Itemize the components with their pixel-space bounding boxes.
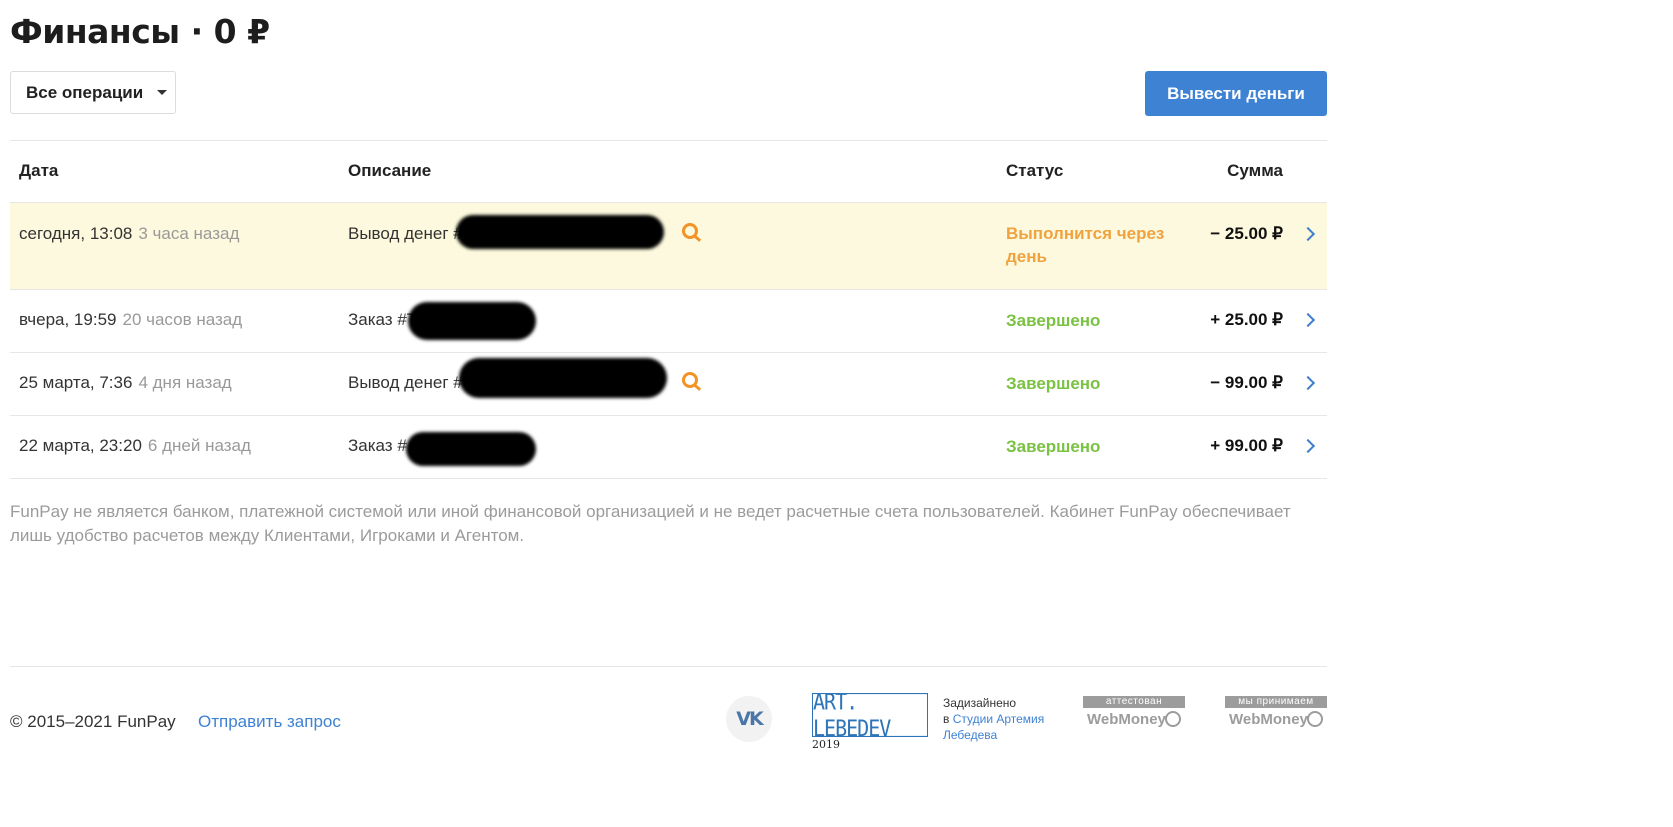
row-date: сегодня, 13:08 3 часа назад <box>19 224 239 244</box>
operations-filter-dropdown[interactable]: Все операции <box>10 71 176 114</box>
footer: © 2015–2021 FunPay Отправить запрос VK A… <box>10 666 1327 766</box>
row-date: вчера, 19:59 20 часов назад <box>19 310 242 330</box>
artlebedev-studio-link[interactable]: Студии Артемия Лебедева <box>943 712 1044 742</box>
caret-down-icon <box>157 90 168 95</box>
header-date: Дата <box>19 161 59 180</box>
row-description[interactable]: Вывод денег # <box>348 224 463 244</box>
row-amount: − 25.00 ₽ <box>1210 224 1283 243</box>
row-ago-text: 4 дня назад <box>138 373 232 392</box>
artlebedev-logo[interactable]: ART. LEBEDEV <box>812 689 928 741</box>
operations-filter-label: Все операции <box>26 82 144 102</box>
chevron-right-icon[interactable] <box>1300 312 1316 328</box>
vk-icon[interactable]: VK <box>726 696 772 742</box>
qiwi-icon <box>682 372 698 388</box>
row-description[interactable]: Заказ # <box>348 436 407 456</box>
webmoney-attested-label: аттестован <box>1083 696 1185 708</box>
webmoney-globe-icon <box>1307 711 1323 727</box>
webmoney-accept-label: мы принимаем <box>1225 696 1327 708</box>
table-row[interactable]: вчера, 19:59 20 часов назад Заказ #T Заве… <box>10 290 1327 353</box>
row-description[interactable]: Заказ #T <box>348 310 417 330</box>
row-amount: + 25.00 ₽ <box>1210 310 1283 329</box>
designed-line1: Задизайнено <box>943 696 1017 710</box>
table-row[interactable]: 22 марта, 23:20 6 дней назад Заказ # Заве… <box>10 416 1327 479</box>
designed-line2: в <box>943 712 950 726</box>
chevron-right-icon[interactable] <box>1300 226 1316 242</box>
withdraw-button[interactable]: Вывести деньги <box>1145 71 1327 116</box>
row-date-text: вчера, 19:59 <box>19 310 117 329</box>
table-row[interactable]: 25 марта, 7:36 4 дня назад Вывод денег # … <box>10 353 1327 416</box>
row-date-text: 22 марта, 23:20 <box>19 436 142 455</box>
redacted-blot <box>456 215 664 249</box>
webmoney-attested-badge[interactable]: аттестован WebMoney <box>1083 696 1185 736</box>
row-ago-text: 6 дней назад <box>147 436 251 455</box>
copyright-text: © 2015–2021 FunPay <box>10 712 176 731</box>
chevron-right-icon[interactable] <box>1300 375 1316 391</box>
row-amount: + 99.00 ₽ <box>1210 436 1283 455</box>
row-ago-text: 3 часа назад <box>138 224 240 243</box>
row-date: 22 марта, 23:20 6 дней назад <box>19 436 251 456</box>
row-status: Завершено <box>1006 311 1101 330</box>
send-request-link[interactable]: Отправить запрос <box>198 712 341 732</box>
table-header: Дата Описание Статус Сумма <box>10 141 1327 203</box>
row-date: 25 марта, 7:36 4 дня назад <box>19 373 232 393</box>
disclaimer-text: FunPay не является банком, платежной сис… <box>10 502 1291 545</box>
row-date-text: 25 марта, 7:36 <box>19 373 133 392</box>
row-status: Выполнится через день <box>1006 224 1165 266</box>
redacted-blot <box>459 358 667 398</box>
header-description: Описание <box>348 161 432 180</box>
designed-by-text: Задизайнено в Студии Артемия Лебедева <box>943 695 1053 743</box>
row-status: Завершено <box>1006 374 1101 393</box>
header-amount: Сумма <box>1227 161 1283 180</box>
page-title: Финансы · 0 ₽ <box>10 12 270 51</box>
row-amount: − 99.00 ₽ <box>1210 373 1283 392</box>
chevron-right-icon[interactable] <box>1300 438 1316 454</box>
artlebedev-year: 2019 <box>812 738 840 751</box>
webmoney-accept-badge[interactable]: мы принимаем WebMoney <box>1225 696 1327 736</box>
webmoney-globe-icon <box>1165 711 1181 727</box>
redacted-blot <box>406 432 536 466</box>
header-status: Статус <box>1006 161 1064 180</box>
row-status: Завершено <box>1006 437 1101 456</box>
table-row[interactable]: сегодня, 13:08 3 часа назад Вывод денег #… <box>10 203 1327 290</box>
row-date-text: сегодня, 13:08 <box>19 224 133 243</box>
redacted-blot <box>408 302 536 340</box>
qiwi-icon <box>682 223 698 239</box>
row-ago-text: 20 часов назад <box>122 310 243 329</box>
row-description[interactable]: Вывод денег # <box>348 373 463 393</box>
